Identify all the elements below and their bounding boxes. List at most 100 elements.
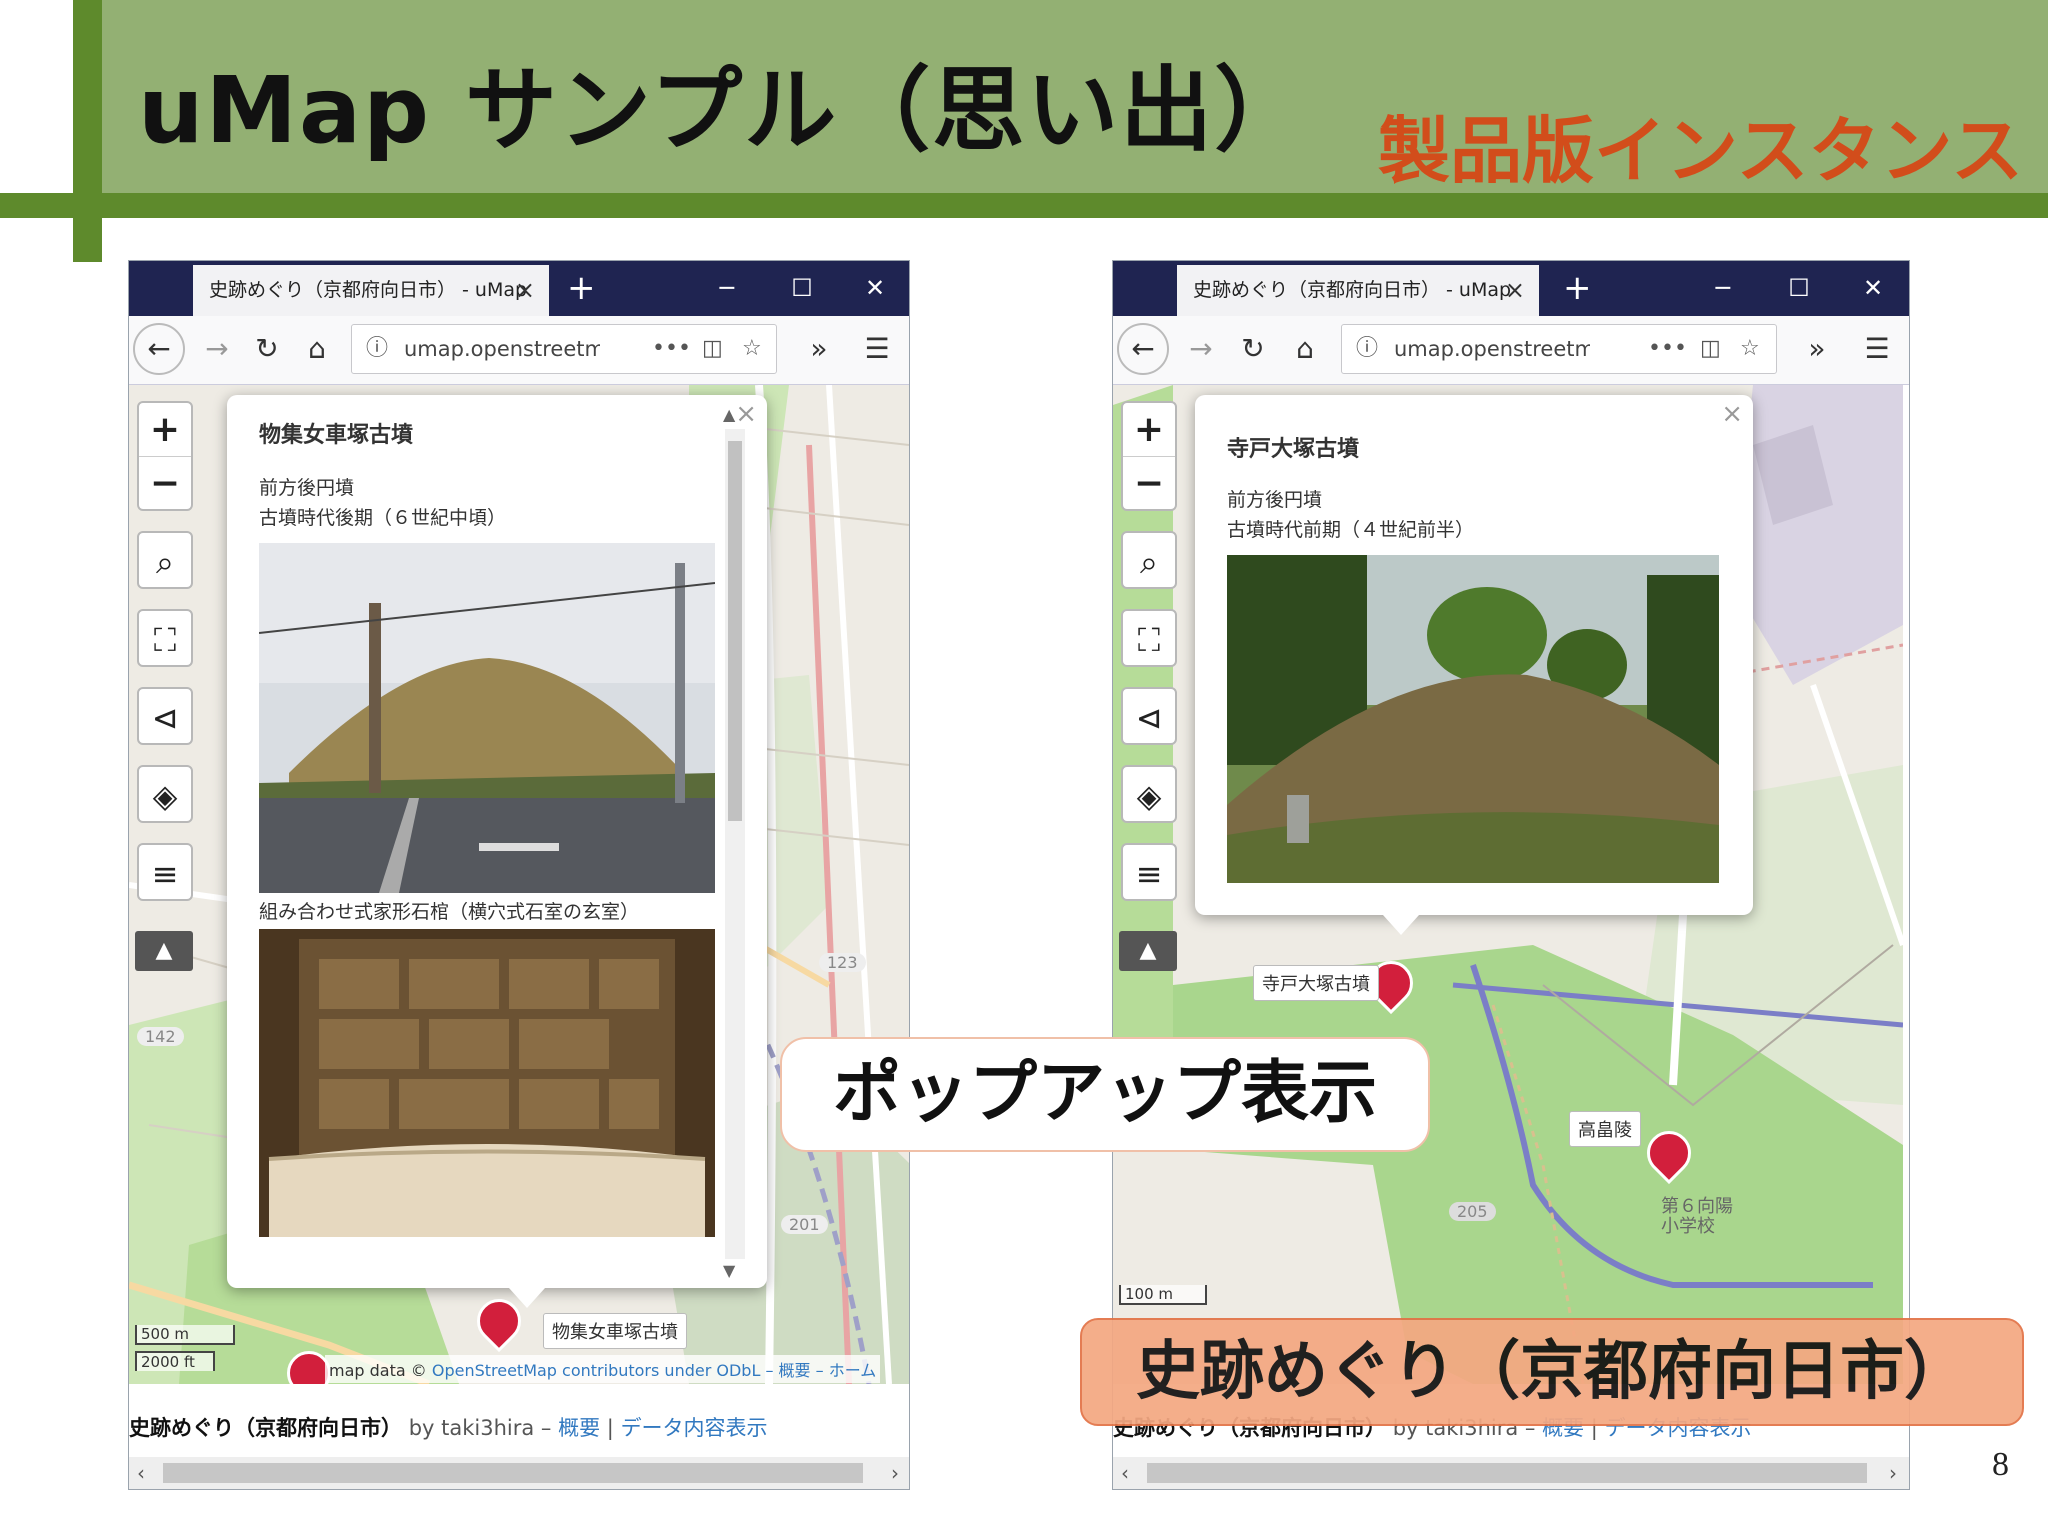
popup-description-2: 古墳時代前期（４世紀前半）: [1227, 519, 1475, 541]
popup-scroll-thumb[interactable]: [728, 441, 742, 821]
feature-popup: × 寺戸大塚古墳 前方後円墳 古墳時代前期（４世紀前半）: [1195, 395, 1753, 935]
road-number: 123: [819, 953, 866, 972]
reload-icon[interactable]: ↻: [247, 329, 287, 369]
pocket-icon[interactable]: ◫: [702, 325, 723, 373]
info-icon[interactable]: ⓘ: [1356, 325, 1378, 373]
maximize-icon[interactable]: ☐: [1769, 261, 1829, 316]
popup-description-1: 前方後円墳: [1227, 489, 1323, 511]
more-icon[interactable]: •••: [652, 325, 691, 373]
attribution-osm-link[interactable]: OpenStreetMap contributors under ODbL: [432, 1361, 761, 1380]
scroll-right-icon[interactable]: ›: [891, 1457, 899, 1489]
footer-map-title: 史跡めぐり（京都府向日市）: [129, 1416, 402, 1440]
map-view[interactable]: 205 第６向陽 小学校 + − ⌕ ⛶ ⊲ ◈ ≡ ▲ × 寺戸大塚古墳 前方…: [1113, 385, 1903, 1384]
menu-icon[interactable]: ☰: [857, 329, 897, 369]
overflow-icon[interactable]: »: [1797, 329, 1837, 369]
footer-about-link[interactable]: 概要: [558, 1416, 600, 1440]
star-icon[interactable]: ☆: [1740, 325, 1760, 373]
url-bar[interactable]: ⓘ umap.openstreetma ••• ◫ ☆: [351, 324, 777, 374]
tab-title: 史跡めぐり（京都府向日市） - uMap: [209, 279, 528, 301]
slide-title: uMap サンプル（思い出）: [138, 57, 1309, 164]
browser-tab[interactable]: 史跡めぐり（京都府向日市） - uMap ×: [1177, 265, 1539, 316]
close-window-icon[interactable]: ✕: [845, 261, 905, 316]
maximize-icon[interactable]: ☐: [772, 261, 832, 316]
forward-arrow-icon[interactable]: →: [1181, 329, 1221, 369]
share-icon[interactable]: ⊲: [1121, 687, 1177, 745]
scroll-left-icon[interactable]: ‹: [137, 1457, 145, 1489]
popup-title: 物集女車塚古墳: [259, 423, 414, 448]
slide-header-accent-bar: [73, 0, 102, 262]
scale-bar-imperial: 2000 ft: [135, 1351, 215, 1371]
kofun-photo: [1227, 555, 1719, 883]
scroll-down-icon[interactable]: ▼: [723, 1261, 735, 1280]
tab-close-icon[interactable]: ×: [1505, 265, 1525, 316]
popup-title: 寺戸大塚古墳: [1227, 437, 1360, 462]
scroll-up-icon[interactable]: ▲: [723, 405, 735, 424]
collapse-up-icon[interactable]: ▲: [1119, 931, 1177, 971]
map-attribution: map data © OpenStreetMap contributors un…: [325, 1355, 881, 1383]
stone-chamber-photo: [259, 929, 715, 1237]
fullscreen-icon[interactable]: ⛶: [1121, 609, 1177, 667]
scroll-left-icon[interactable]: ‹: [1121, 1457, 1129, 1489]
footer-line: 史跡めぐり（京都府向日市） by taki3hira – 概要 | データ内容表…: [129, 1412, 768, 1442]
tab-close-icon[interactable]: ×: [515, 265, 535, 316]
search-icon[interactable]: ⌕: [137, 531, 193, 589]
fullscreen-icon[interactable]: ⛶: [137, 609, 193, 667]
footer-separator: –: [540, 1416, 559, 1440]
new-tab-button[interactable]: +: [567, 261, 596, 316]
more-icon[interactable]: •••: [1648, 325, 1687, 373]
browser-titlebar: 史跡めぐり（京都府向日市） - uMap × + ─ ☐ ✕: [1113, 261, 1909, 316]
new-tab-button[interactable]: +: [1563, 261, 1592, 316]
popup-scrollbar[interactable]: [725, 429, 745, 1259]
back-arrow-icon[interactable]: ←: [1117, 323, 1169, 375]
slide-subtitle: 製品版インスタンス: [1378, 109, 2024, 193]
scroll-right-icon[interactable]: ›: [1889, 1457, 1897, 1489]
search-icon[interactable]: ⌕: [1121, 531, 1177, 589]
database-icon[interactable]: ≡: [1121, 843, 1177, 901]
home-icon[interactable]: ⌂: [1285, 329, 1325, 369]
marker-label: 高畠陵: [1569, 1111, 1641, 1147]
map-view[interactable]: 142 123 201 + − ⌕ ⛶ ⊲ ◈ ≡ ▲ × 物集女車塚古墳 前方…: [129, 385, 909, 1384]
marker-label: 物集女車塚古墳: [543, 1313, 687, 1349]
zoom-in-button[interactable]: +: [139, 403, 191, 457]
forward-arrow-icon[interactable]: →: [197, 329, 237, 369]
info-icon[interactable]: ⓘ: [366, 325, 388, 373]
popup-callout: ポップアップ表示: [780, 1037, 1430, 1152]
reload-icon[interactable]: ↻: [1233, 329, 1273, 369]
zoom-out-button[interactable]: −: [1123, 457, 1175, 510]
scale-bar-metric: 100 m: [1119, 1285, 1207, 1305]
star-icon[interactable]: ☆: [742, 325, 762, 373]
photo-caption: 組み合わせ式家形石棺（横穴式石室の玄室）: [259, 901, 640, 923]
minimize-icon[interactable]: ─: [697, 261, 757, 316]
close-window-icon[interactable]: ✕: [1843, 261, 1903, 316]
horizontal-scrollbar[interactable]: ‹ ›: [129, 1457, 909, 1489]
collapse-up-icon[interactable]: ▲: [135, 931, 193, 971]
pocket-icon[interactable]: ◫: [1700, 325, 1721, 373]
share-icon[interactable]: ⊲: [137, 687, 193, 745]
layers-icon[interactable]: ◈: [137, 765, 193, 823]
popup-close-icon[interactable]: ×: [1721, 399, 1743, 429]
page-number: 8: [1992, 1446, 2009, 1483]
zoom-in-button[interactable]: +: [1123, 403, 1175, 457]
layers-icon[interactable]: ◈: [1121, 765, 1177, 823]
school-label: 第６向陽 小学校: [1661, 1196, 1733, 1237]
url-text: umap.openstreetma: [1394, 337, 1590, 361]
home-icon[interactable]: ⌂: [297, 329, 337, 369]
horizontal-scrollbar[interactable]: ‹ ›: [1113, 1457, 1909, 1489]
attribution-prefix: map data ©: [329, 1361, 432, 1380]
footer-data-link[interactable]: データ内容表示: [621, 1416, 768, 1440]
overflow-icon[interactable]: »: [799, 329, 839, 369]
horizontal-scroll-thumb[interactable]: [1147, 1463, 1867, 1483]
browser-tab[interactable]: 史跡めぐり（京都府向日市） - uMap ×: [193, 265, 549, 316]
database-icon[interactable]: ≡: [137, 843, 193, 901]
attribution-links[interactable]: – 概要 – ホーム: [765, 1361, 876, 1380]
road-number: 142: [137, 1027, 184, 1046]
url-text: umap.openstreetma: [404, 337, 600, 361]
zoom-out-button[interactable]: −: [139, 457, 191, 510]
back-arrow-icon[interactable]: ←: [133, 323, 185, 375]
umap-footer: 史跡めぐり（京都府向日市） by taki3hira – 概要 | データ内容表…: [129, 1384, 909, 1459]
horizontal-scroll-thumb[interactable]: [163, 1463, 863, 1483]
popup-close-icon[interactable]: ×: [735, 399, 757, 429]
minimize-icon[interactable]: ─: [1693, 261, 1753, 316]
url-bar[interactable]: ⓘ umap.openstreetma ••• ◫ ☆: [1341, 324, 1777, 374]
menu-icon[interactable]: ☰: [1857, 329, 1897, 369]
